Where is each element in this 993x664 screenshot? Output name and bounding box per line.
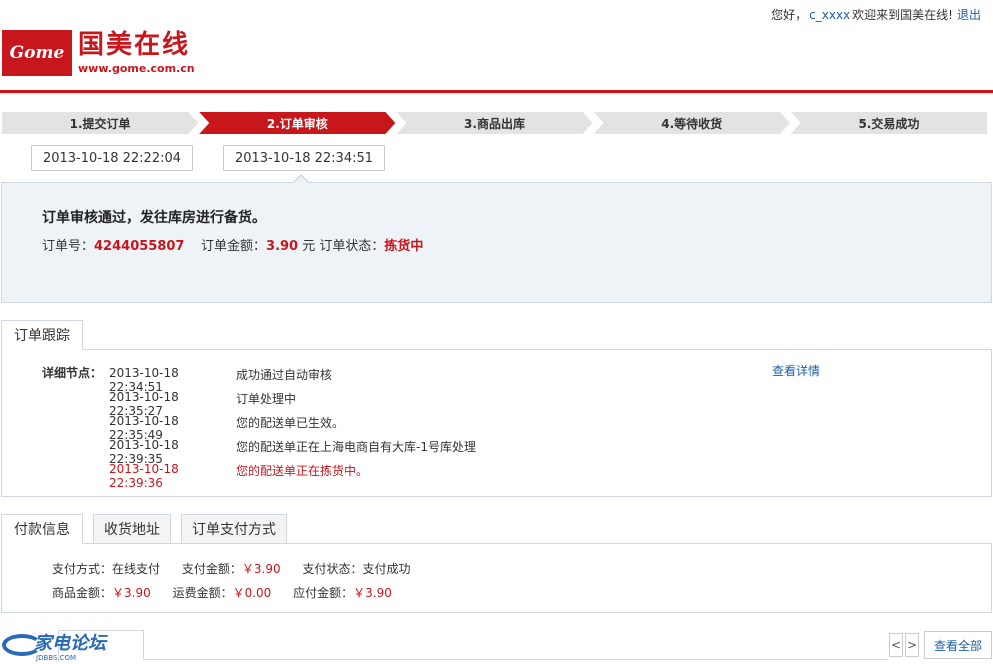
order-no-label: 订单号： [42,239,95,254]
header-divider-shadow [0,93,993,94]
tab-shipping-address[interactable]: 收货地址 [93,514,171,544]
order-state: 拣货中 [384,239,424,254]
step-trade-success: 5.交易成功 [790,112,988,134]
payment-panel: 支付方式：在线支付 支付金额：￥3.90 支付状态：支付成功 商品金额：￥3.9… [1,543,992,613]
shipping-fee: ￥0.00 [232,586,272,600]
tracking-item: 2013-10-18 22:34:51 成功通过自动审核 [109,366,476,394]
tab-order-tracking[interactable]: 订单跟踪 [1,320,83,350]
tab-payment-method[interactable]: 订单支付方式 [181,514,287,544]
order-number: 4244055807 [94,239,185,254]
bottom-divider [144,659,888,660]
amount-due-label: 应付金额： [293,586,354,600]
order-status-panel: 订单审核通过，发往库房进行备货。 订单号：4244055807 订单金额：3.9… [1,182,992,303]
logout-link[interactable]: 退出 [957,8,981,22]
step-await-delivery: 4.等待收货 [594,112,790,134]
shipping-fee-label: 运费金额： [172,586,233,600]
tracking-nodes-label: 详细节点： [42,366,103,380]
step-time-review: 2013-10-18 22:34:51 [223,145,385,171]
logo-text: 国美在线 www.gome.com.cn [78,30,195,75]
tracking-time: 2013-10-18 22:34:51 [109,366,179,394]
order-summary-row: 订单号：4244055807 订单金额：3.90 元 订单状态：拣货中 [42,235,423,254]
tab-payment-info[interactable]: 付款信息 [1,514,83,544]
order-amount: 3.90 [266,239,299,254]
pay-method: 在线支付 [112,562,161,576]
step-submit-order: 1.提交订单 [2,112,198,134]
order-progress-steps: 1.提交订单 2.订单审核 3.商品出库 4.等待收货 5.交易成功 [2,112,988,134]
tracking-item: 2013-10-18 22:35:27 订单处理中 [109,390,476,418]
user-greeting-bar: 您好， c_xxxx 欢迎来到国美在线! 退出 [771,6,981,23]
step-time-submit: 2013-10-18 22:22:04 [31,145,193,171]
step-order-review: 2.订单审核 [199,112,395,134]
tracking-time: 2013-10-18 22:39:35 [109,438,179,466]
forum-name: 家电论坛 [34,632,106,654]
forum-url: JDBBS.COM [36,653,77,662]
prev-page-button[interactable]: < [889,633,903,657]
payment-row-2: 商品金额：￥3.90 运费金额：￥0.00 应付金额：￥3.90 [52,584,410,601]
amount-due: ￥3.90 [353,586,392,600]
username-link[interactable]: c_xxxx [809,8,850,22]
greeting-text: 您好， [771,8,808,22]
tracking-time: 2013-10-18 22:35:49 [109,414,179,442]
paid-amount-label: 支付金额： [181,562,242,576]
next-page-button[interactable]: > [905,633,919,657]
status-message: 订单审核通过，发往库房进行备货。 [42,210,266,226]
pay-method-label: 支付方式： [52,562,113,576]
welcome-text: 欢迎来到国美在线! [852,8,953,22]
paid-amount: ￥3.90 [241,562,281,576]
amount-unit: 元 [302,239,316,254]
tracking-time: 2013-10-18 22:39:36 [109,462,179,490]
tracking-item-current: 2013-10-18 22:39:36 您的配送单正在拣货中。 [109,462,476,490]
tracking-text: 订单处理中 [236,392,297,406]
tracking-item: 2013-10-18 22:39:35 您的配送单正在上海电商自有大库-1号库处理 [109,438,476,466]
order-state-label: 订单状态： [319,239,385,254]
tracking-item: 2013-10-18 22:35:49 您的配送单已生效。 [109,414,476,442]
goods-amount: ￥3.90 [112,586,151,600]
goods-amount-label: 商品金额： [52,586,113,600]
logo-brand-name: 国美在线 [78,30,191,60]
gome-logo-mark: Gome [2,30,72,76]
tracking-time: 2013-10-18 22:35:27 [109,390,179,418]
view-all-button[interactable]: 查看全部 [924,631,992,659]
status-pointer-inner [294,176,308,183]
tracking-panel: 详细节点： 2013-10-18 22:34:51 成功通过自动审核 2013-1… [1,349,992,497]
tracking-text: 您的配送单正在上海电商自有大库-1号库处理 [236,440,476,454]
tracking-text: 您的配送单正在拣货中。 [236,464,369,478]
tracking-list: 2013-10-18 22:34:51 成功通过自动审核 2013-10-18 2… [109,366,476,490]
step-goods-dispatch: 3.商品出库 [396,112,592,134]
pay-state: 支付成功 [362,562,411,576]
tracking-text: 您的配送单已生效。 [236,416,345,430]
view-details-link[interactable]: 查看详情 [772,362,820,379]
payment-row-1: 支付方式：在线支付 支付金额：￥3.90 支付状态：支付成功 [52,560,428,577]
forum-watermark-logo: 家电论坛 JDBBS.COM [2,630,106,662]
order-amount-label: 订单金额： [201,239,267,254]
gome-logo[interactable]: Gome 国美在线 www.gome.com.cn [2,30,195,76]
pay-state-label: 支付状态： [302,562,363,576]
tracking-text: 成功通过自动审核 [236,368,333,382]
logo-url: www.gome.com.cn [78,62,195,75]
